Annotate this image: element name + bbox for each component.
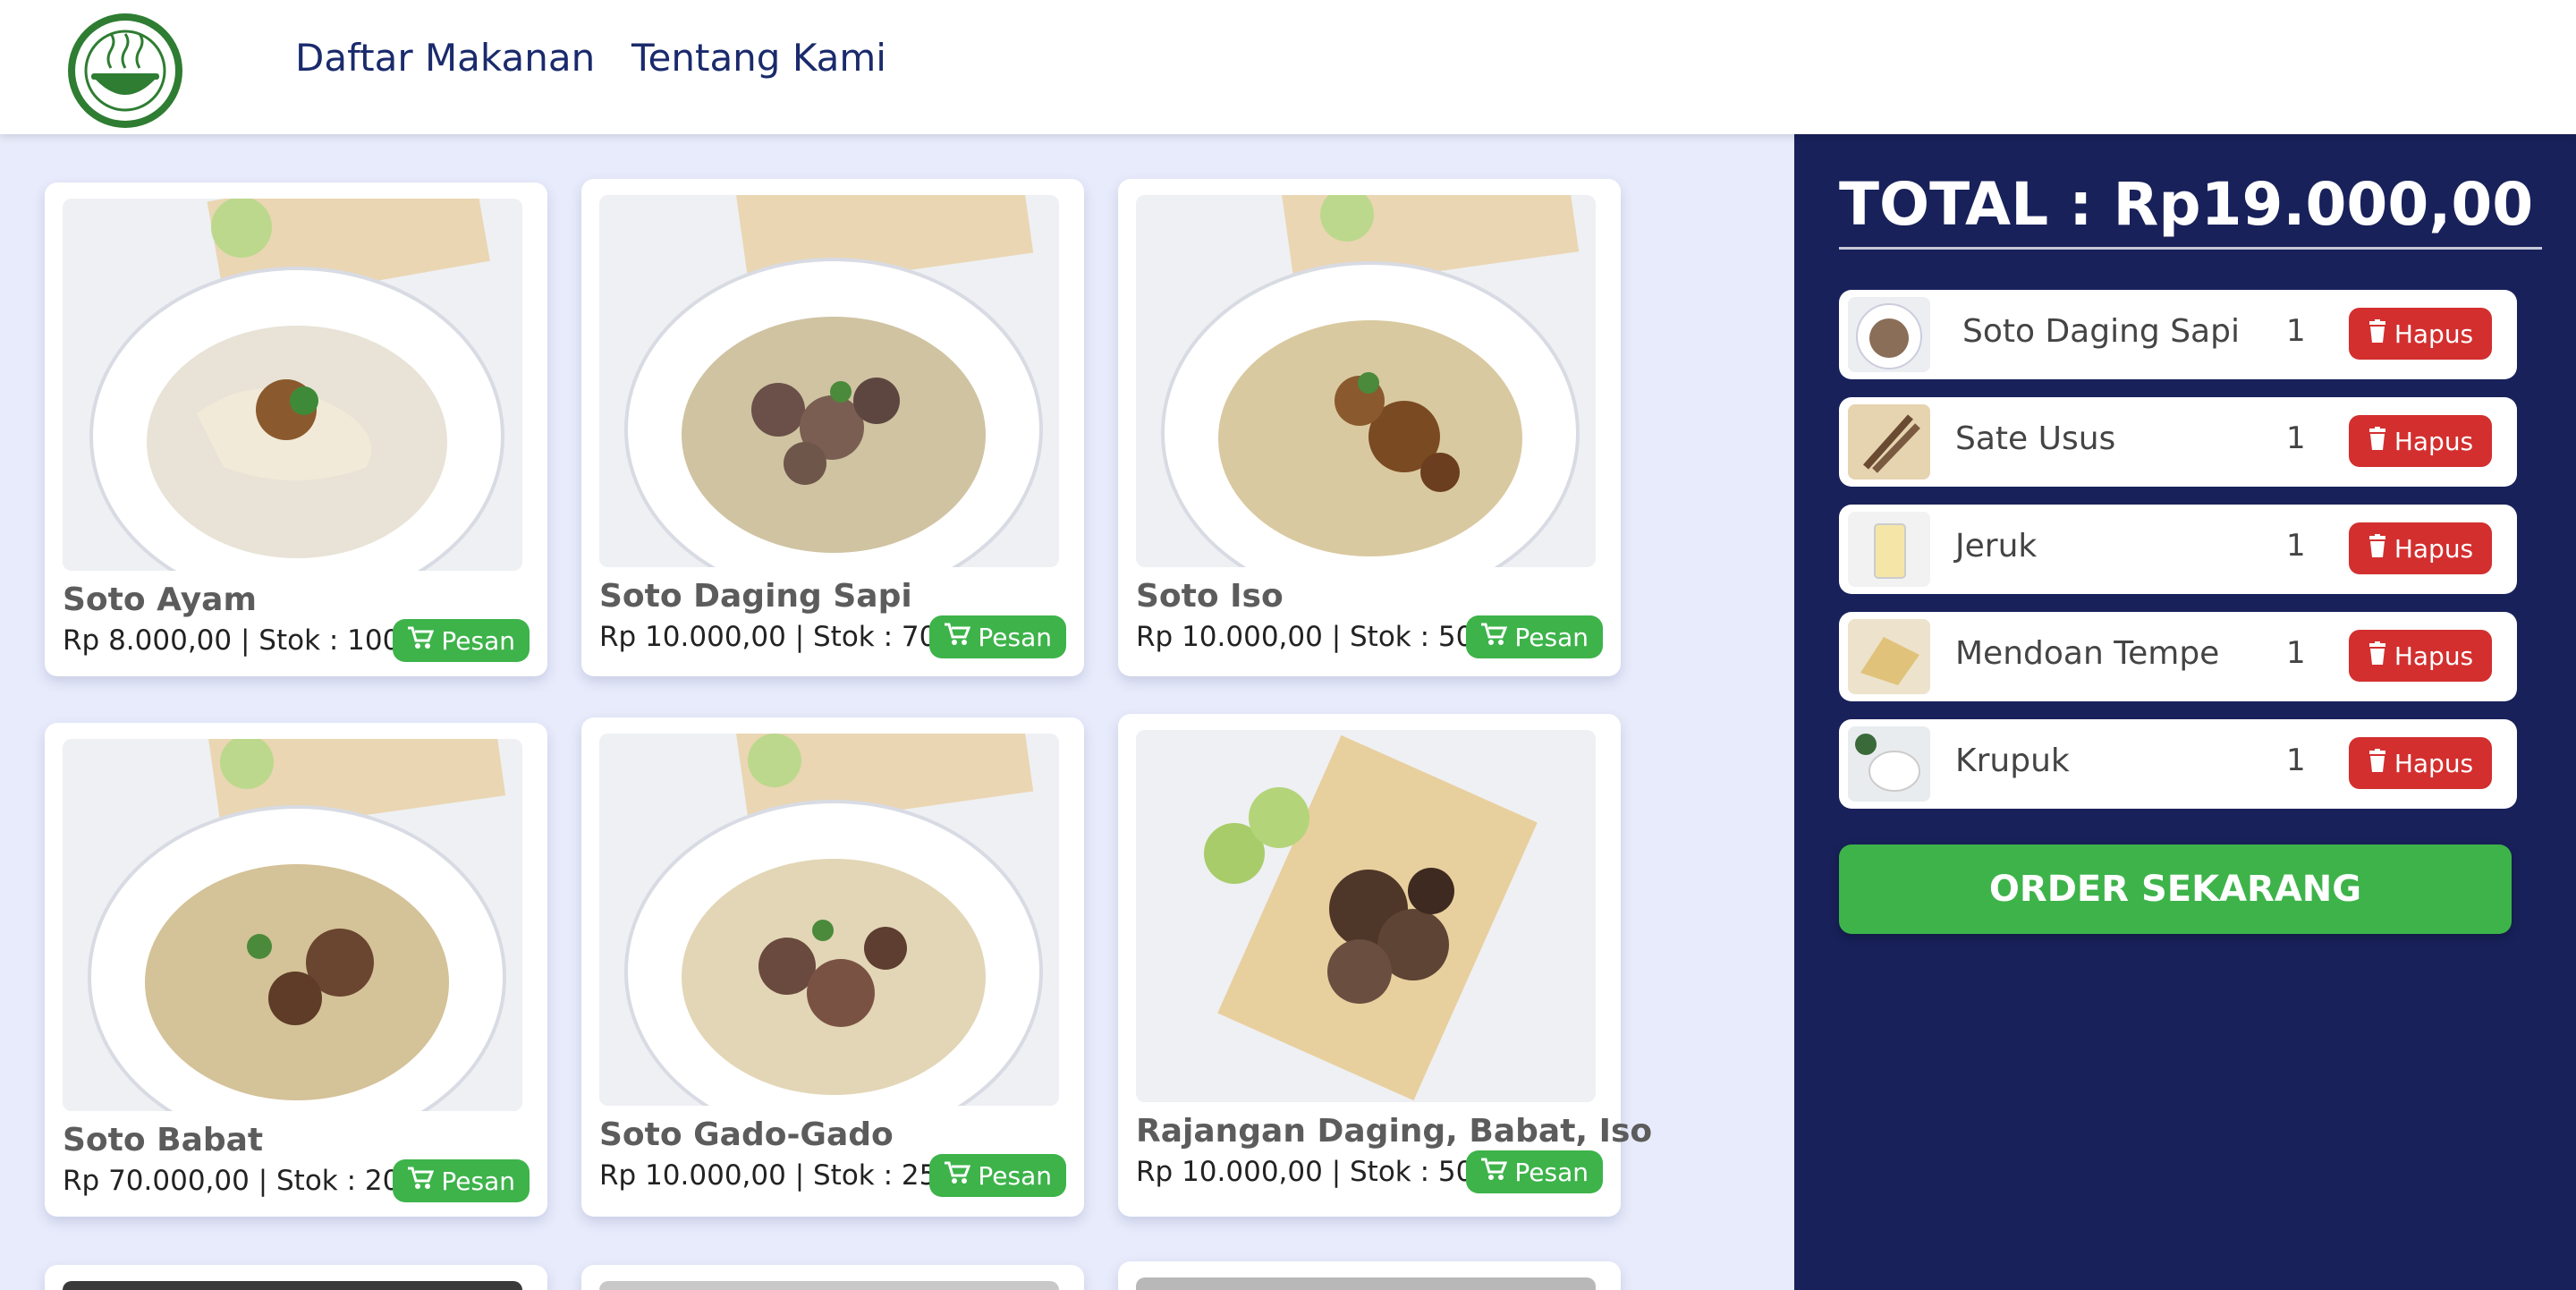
cart-item-name: Jeruk	[1955, 528, 2038, 564]
cart-item-name: Mendoan Tempe	[1955, 635, 2220, 672]
menu-card	[1118, 1261, 1621, 1290]
top-navbar: Daftar Makanan Tentang Kami	[0, 0, 2576, 134]
pesan-label: Pesan	[1514, 622, 1589, 652]
cart-item-thumbnail	[1848, 297, 1930, 372]
cart-item-thumbnail	[1848, 404, 1930, 480]
food-photo	[1136, 730, 1596, 1102]
hapus-button[interactable]: Hapus	[2349, 737, 2492, 789]
cart-item-qty: 1	[2286, 420, 2306, 456]
cart-item: Soto Daging Sapi 1 Hapus	[1839, 290, 2517, 379]
pesan-label: Pesan	[978, 622, 1052, 652]
pesan-label: Pesan	[441, 625, 515, 656]
nav-daftar-makanan[interactable]: Daftar Makanan	[295, 36, 595, 80]
cart-item-thumbnail	[1848, 726, 1930, 802]
menu-item-price-stock: Rp 10.000,00 | Stok : 70	[599, 621, 937, 653]
pesan-button[interactable]: Pesan	[1466, 1150, 1603, 1193]
cart-item-name: Sate Usus	[1955, 420, 2116, 457]
menu-card: Soto Gado-Gado Rp 10.000,00 | Stok : 25 …	[581, 717, 1084, 1217]
nav-tentang-kami[interactable]: Tentang Kami	[631, 36, 886, 80]
menu-grid: Soto Ayam Rp 8.000,00 | Stok : 100 Pesan…	[0, 134, 1794, 1290]
menu-item-price-stock: Rp 10.000,00 | Stok : 50	[1136, 1156, 1474, 1188]
food-photo	[599, 1281, 1059, 1290]
food-photo	[1136, 1277, 1596, 1290]
menu-item-name: Rajangan Daging, Babat, Iso	[1136, 1113, 1653, 1150]
hapus-button[interactable]: Hapus	[2349, 415, 2492, 467]
cart-panel: TOTAL : Rp19.000,00 Soto Daging Sapi 1 H…	[1794, 134, 2576, 1290]
divider	[1839, 247, 2542, 250]
trash-icon	[2368, 748, 2387, 778]
cart-item-thumbnail	[1848, 512, 1930, 587]
brand-logo[interactable]	[64, 11, 186, 131]
cart-item: Krupuk 1 Hapus	[1839, 719, 2517, 809]
cart-item: Mendoan Tempe 1 Hapus	[1839, 612, 2517, 701]
menu-item-price-stock: Rp 10.000,00 | Stok : 50	[1136, 621, 1474, 653]
trash-icon	[2368, 641, 2387, 671]
hapus-button[interactable]: Hapus	[2349, 630, 2492, 682]
menu-card: Soto Daging Sapi Rp 10.000,00 | Stok : 7…	[581, 179, 1084, 676]
cart-icon	[1480, 1157, 1508, 1188]
trash-icon	[2368, 426, 2387, 456]
menu-item-name: Soto Gado-Gado	[599, 1116, 894, 1153]
menu-item-name: Soto Daging Sapi	[599, 578, 912, 615]
pesan-button[interactable]: Pesan	[1466, 615, 1603, 658]
food-photo	[63, 1281, 522, 1290]
pesan-label: Pesan	[978, 1160, 1052, 1191]
pesan-button[interactable]: Pesan	[393, 1159, 530, 1202]
hapus-label: Hapus	[2394, 748, 2474, 778]
cart-item: Sate Usus 1 Hapus	[1839, 397, 2517, 487]
cart-icon	[944, 1160, 971, 1192]
order-now-button[interactable]: ORDER SEKARANG	[1839, 844, 2512, 934]
food-photo	[599, 195, 1059, 567]
cart-item-qty: 1	[2286, 635, 2306, 671]
hapus-label: Hapus	[2394, 426, 2474, 456]
cart-icon	[944, 622, 971, 653]
cart-item: Jeruk 1 Hapus	[1839, 505, 2517, 594]
food-photo	[63, 199, 522, 571]
cart-item-qty: 1	[2286, 743, 2306, 778]
hapus-button[interactable]: Hapus	[2349, 522, 2492, 574]
menu-card: Rajangan Daging, Babat, Iso Rp 10.000,00…	[1118, 714, 1652, 1217]
pesan-label: Pesan	[1514, 1157, 1589, 1187]
cart-item-qty: 1	[2286, 528, 2306, 564]
food-photo	[599, 734, 1059, 1106]
hapus-label: Hapus	[2394, 318, 2474, 349]
food-photo	[1136, 195, 1596, 567]
pesan-button[interactable]: Pesan	[393, 619, 530, 662]
pesan-button[interactable]: Pesan	[929, 1154, 1066, 1197]
cart-total: TOTAL : Rp19.000,00	[1839, 170, 2534, 239]
cart-item-qty: 1	[2286, 313, 2306, 349]
menu-card	[581, 1265, 1084, 1290]
menu-item-price-stock: Rp 10.000,00 | Stok : 25	[599, 1159, 937, 1192]
menu-item-name: Soto Iso	[1136, 578, 1284, 615]
hapus-label: Hapus	[2394, 533, 2474, 564]
menu-card	[45, 1265, 547, 1290]
menu-card: Soto Ayam Rp 8.000,00 | Stok : 100 Pesan	[45, 182, 547, 676]
cart-item-name: Soto Daging Sapi	[1962, 313, 2240, 350]
menu-item-name: Soto Ayam	[63, 581, 257, 618]
pesan-button[interactable]: Pesan	[929, 615, 1066, 658]
food-photo	[63, 739, 522, 1111]
pesan-label: Pesan	[441, 1166, 515, 1196]
hapus-label: Hapus	[2394, 641, 2474, 671]
menu-item-name: Soto Babat	[63, 1122, 264, 1158]
cart-item-thumbnail	[1848, 619, 1930, 694]
menu-card: Soto Babat Rp 70.000,00 | Stok : 20 Pesa…	[45, 723, 547, 1217]
cart-icon	[407, 1166, 435, 1197]
cart-icon	[1480, 622, 1508, 653]
trash-icon	[2368, 318, 2387, 349]
trash-icon	[2368, 533, 2387, 564]
cart-item-name: Krupuk	[1955, 743, 2070, 779]
menu-card: Soto Iso Rp 10.000,00 | Stok : 50 Pesan	[1118, 179, 1621, 676]
cart-icon	[407, 625, 435, 657]
menu-item-price-stock: Rp 8.000,00 | Stok : 100	[63, 624, 401, 657]
hapus-button[interactable]: Hapus	[2349, 308, 2492, 360]
menu-item-price-stock: Rp 70.000,00 | Stok : 20	[63, 1165, 401, 1197]
